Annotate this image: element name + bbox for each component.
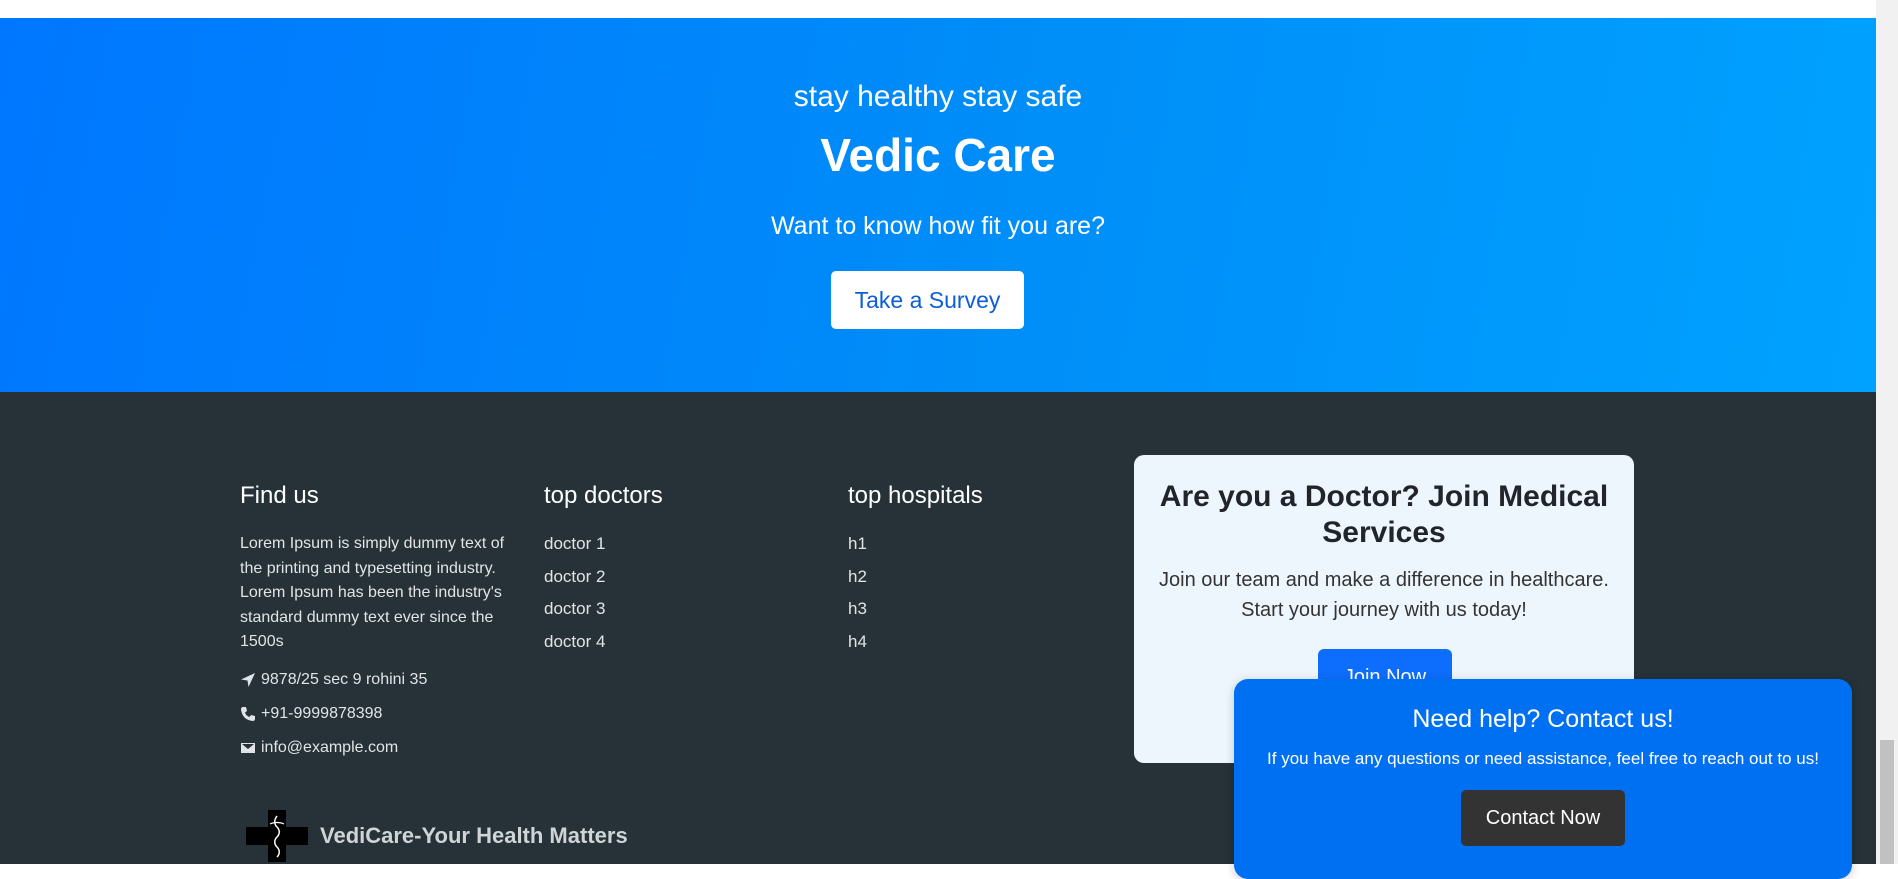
hero-question: Want to know how fit you are? bbox=[771, 212, 1105, 240]
find-us-heading: Find us bbox=[240, 482, 319, 509]
page-scrollbar[interactable] bbox=[1876, 0, 1898, 864]
doctor-link[interactable]: doctor 4 bbox=[544, 632, 794, 665]
hero-title: Vedic Care bbox=[820, 129, 1056, 181]
hospital-link[interactable]: h2 bbox=[848, 567, 1098, 600]
doctor-link[interactable]: doctor 1 bbox=[544, 534, 794, 567]
email-line: info@example.com bbox=[240, 739, 510, 757]
top-doctors-list: doctor 1 doctor 2 doctor 3 doctor 4 bbox=[544, 534, 794, 664]
brand-tagline: VediCare-Your Health Matters bbox=[320, 823, 628, 848]
top-doctors-heading: top doctors bbox=[544, 482, 663, 509]
top-hospitals-list: h1 h2 h3 h4 bbox=[848, 534, 1098, 664]
doctor-link[interactable]: doctor 3 bbox=[544, 599, 794, 632]
medical-cross-logo bbox=[246, 810, 308, 862]
take-survey-button[interactable]: Take a Survey bbox=[831, 271, 1024, 329]
email-text: info@example.com bbox=[261, 738, 399, 756]
envelope-icon bbox=[241, 742, 255, 753]
join-doctor-title: Are you a Doctor? Join Medical Services bbox=[1159, 480, 1609, 549]
address-line: 9878/25 sec 9 rohini 35 bbox=[240, 671, 510, 689]
hospital-link[interactable]: h3 bbox=[848, 599, 1098, 632]
location-arrow-icon bbox=[241, 672, 255, 687]
phone-line: +91-9999878398 bbox=[240, 705, 510, 723]
find-us-column: Find us Lorem Ipsum is simply dummy text… bbox=[240, 482, 510, 757]
address-text: 9878/25 sec 9 rohini 35 bbox=[261, 670, 428, 688]
hero-banner: stay healthy stay safe Vedic Care Want t… bbox=[0, 18, 1876, 392]
page-top-strip bbox=[0, 0, 1876, 18]
help-popup: Need help? Contact us! If you have any q… bbox=[1234, 679, 1852, 879]
hospital-link[interactable]: h1 bbox=[848, 534, 1098, 567]
find-us-description: Lorem Ipsum is simply dummy text of the … bbox=[240, 535, 505, 650]
join-doctor-body: Join our team and make a difference in h… bbox=[1159, 569, 1609, 621]
phone-icon bbox=[241, 706, 255, 721]
scrollbar-thumb[interactable] bbox=[1880, 740, 1894, 864]
footer-brand[interactable]: VediCare-Your Health Matters bbox=[246, 810, 628, 862]
help-popup-title: Need help? Contact us! bbox=[1412, 705, 1674, 733]
phone-text: +91-9999878398 bbox=[261, 704, 383, 722]
hero-tagline: stay healthy stay safe bbox=[793, 80, 1083, 113]
top-hospitals-column: top hospitals h1 h2 h3 h4 bbox=[848, 482, 1098, 664]
top-hospitals-heading: top hospitals bbox=[848, 482, 983, 509]
contact-now-button[interactable]: Contact Now bbox=[1461, 790, 1625, 846]
help-popup-body: If you have any questions or need assist… bbox=[1267, 749, 1819, 768]
top-doctors-column: top doctors doctor 1 doctor 2 doctor 3 d… bbox=[544, 482, 794, 664]
doctor-link[interactable]: doctor 2 bbox=[544, 567, 794, 600]
hospital-link[interactable]: h4 bbox=[848, 632, 1098, 665]
